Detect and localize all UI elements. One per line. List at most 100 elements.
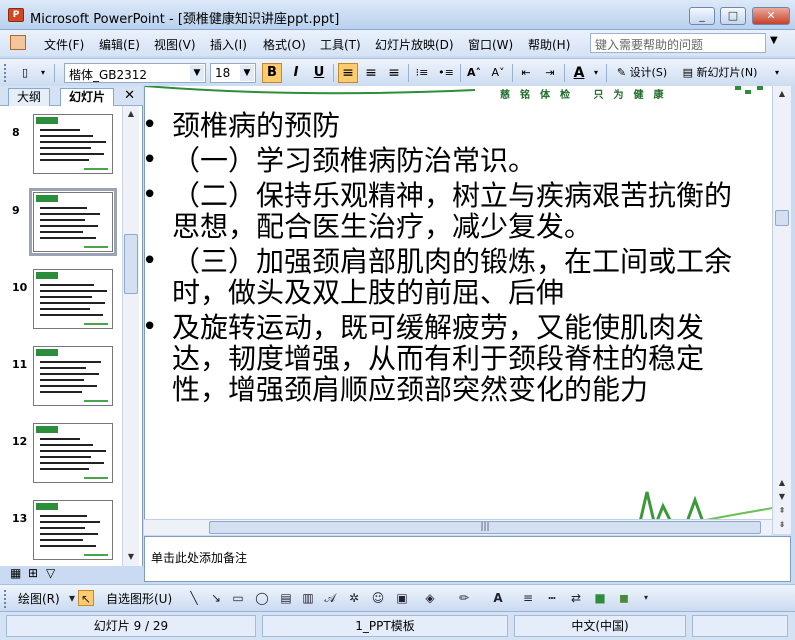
align-center-icon[interactable]: ≡ — [361, 63, 381, 83]
slide-thumbnail-row[interactable]: 12 — [0, 421, 122, 491]
arrow-style-icon[interactable]: ⇄ — [568, 590, 584, 606]
slide-thumbnail-row[interactable]: 10 — [0, 267, 122, 337]
decrease-indent-icon[interactable]: ⇤ — [516, 63, 536, 83]
help-dropdown-icon[interactable]: ▼ — [770, 35, 778, 46]
drawing-toolbar: 绘图(R) ▾ ↖ 自选图形(U) ╲ ↘ ▭ ◯ ▤ ▥ 𝒜 ✲ ☺ ▣ ◈ … — [0, 584, 795, 610]
panel-scroll-thumb[interactable] — [124, 234, 138, 294]
slideshow-view-icon[interactable]: ▽ — [46, 566, 55, 580]
next-slide-icon[interactable]: ⇟ — [775, 518, 789, 532]
menu-file[interactable]: 文件(F) — [44, 36, 84, 53]
slide-canvas[interactable]: 慈铭体检 只为健康 颈椎病的预防 （一）学习颈椎病防治常识。 （二）保持乐观精神… — [144, 86, 772, 534]
select-pointer-icon[interactable]: ↖ — [78, 590, 94, 606]
increase-font-icon[interactable]: A˄ — [464, 63, 484, 83]
close-window-button[interactable]: ✕ — [752, 7, 790, 25]
tab-slides[interactable]: 幻灯片 — [60, 88, 115, 106]
autoshapes-menu-button[interactable]: 自选图形(U) — [106, 590, 172, 607]
toolbar-overflow-icon[interactable]: ▾ — [638, 590, 654, 606]
slide-thumbnail[interactable] — [33, 269, 113, 329]
minimize-button[interactable]: _ — [689, 7, 715, 25]
menu-insert[interactable]: 插入(I) — [210, 36, 247, 53]
align-right-icon[interactable]: ≡ — [384, 63, 404, 83]
slide-vertical-scrollbar[interactable]: ▲ ▲ ▼ ⇞ ⇟ — [772, 86, 791, 534]
bold-button[interactable]: B — [262, 63, 282, 83]
powerpoint-app-icon[interactable]: P — [8, 8, 24, 22]
thumbnail-text-line — [40, 308, 90, 310]
clipart-icon[interactable]: ☺ — [370, 590, 386, 606]
menu-view[interactable]: 视图(V) — [154, 36, 196, 53]
line-style-icon[interactable]: ≡ — [520, 590, 536, 606]
slide-thumbnail-row[interactable]: 11 — [0, 344, 122, 414]
chevron-down-icon[interactable]: ▼ — [240, 65, 254, 81]
3d-style-icon[interactable]: ◼ — [616, 590, 632, 606]
maximize-button[interactable]: □ — [720, 7, 746, 25]
document-menu-icon[interactable] — [10, 35, 26, 50]
line-tool-icon[interactable]: ╲ — [186, 590, 202, 606]
scroll-down-icon[interactable]: ▲ — [775, 476, 789, 490]
slide-horizontal-scrollbar[interactable]: ||| — [144, 519, 772, 535]
menu-help[interactable]: 帮助(H) — [528, 36, 570, 53]
slide-thumbnail[interactable] — [33, 346, 113, 406]
scroll-down-icon[interactable]: ▼ — [775, 490, 789, 504]
slide-scroll-thumb[interactable] — [775, 210, 789, 226]
arrow-tool-icon[interactable]: ↘ — [208, 590, 224, 606]
design-button[interactable]: ✎ 设计(S) — [610, 63, 674, 83]
bulleted-list-icon[interactable]: •≡ — [436, 63, 456, 83]
panel-close-icon[interactable]: ✕ — [124, 88, 135, 103]
dash-style-icon[interactable]: ┅ — [544, 590, 560, 606]
menu-slideshow[interactable]: 幻灯片放映(D) — [375, 36, 454, 53]
slide-content-placeholder[interactable]: 颈椎病的预防 （一）学习颈椎病防治常识。 （二）保持乐观精神，树立与疾病艰苦抗衡… — [145, 110, 755, 409]
underline-button[interactable]: U — [309, 63, 329, 83]
tab-outline[interactable]: 大纲 — [8, 88, 51, 106]
help-search-input[interactable]: 键入需要帮助的问题 — [590, 33, 766, 53]
notes-pane[interactable]: 单击此处添加备注 — [144, 536, 791, 582]
vertical-textbox-icon[interactable]: ▥ — [300, 590, 316, 606]
chevron-down-icon[interactable]: ▾ — [590, 63, 602, 83]
toolbar-grip[interactable] — [4, 64, 8, 82]
numbered-list-icon[interactable]: ⁝≡ — [412, 63, 432, 83]
new-slide-label: 新幻灯片(N) — [696, 66, 758, 79]
slide-thumbnail[interactable] — [33, 114, 113, 174]
oval-tool-icon[interactable]: ◯ — [254, 590, 270, 606]
rectangle-tool-icon[interactable]: ▭ — [230, 590, 246, 606]
new-document-icon[interactable]: ▯ — [14, 63, 36, 83]
menu-tools[interactable]: 工具(T) — [320, 36, 361, 53]
align-left-icon[interactable]: ≡ — [338, 63, 358, 83]
scroll-up-icon[interactable]: ▲ — [775, 87, 789, 101]
font-size-combo[interactable]: 18 ▼ — [210, 63, 256, 83]
horizontal-scroll-thumb[interactable]: ||| — [209, 521, 761, 534]
toolbar-grip[interactable] — [4, 590, 8, 608]
slide-thumbnail[interactable] — [33, 500, 113, 560]
font-name-combo[interactable]: 楷体_GB2312 ▼ — [64, 63, 206, 83]
normal-view-icon[interactable]: ▦ — [10, 566, 21, 580]
picture-icon[interactable]: ▣ — [394, 590, 410, 606]
menu-edit[interactable]: 编辑(E) — [99, 36, 140, 53]
shadow-style-icon[interactable]: ■ — [592, 590, 608, 606]
textbox-tool-icon[interactable]: ▤ — [278, 590, 294, 606]
increase-indent-icon[interactable]: ⇥ — [540, 63, 560, 83]
slide-thumbnail-row[interactable]: 8 — [0, 112, 122, 182]
slide-thumbnail-row[interactable]: 13 — [0, 498, 122, 566]
slide-thumbnail[interactable] — [29, 188, 117, 256]
panel-scrollbar[interactable]: ▲ ▼ — [122, 106, 139, 566]
scroll-down-icon[interactable]: ▼ — [124, 550, 138, 564]
menu-window[interactable]: 窗口(W) — [468, 36, 513, 53]
toolbar-options-icon[interactable]: ▾ — [36, 63, 50, 83]
line-color-icon[interactable]: ✏ — [456, 590, 472, 606]
new-slide-button[interactable]: ▤ 新幻灯片(N) — [676, 63, 764, 83]
toolbar-overflow-icon[interactable]: ▾ — [768, 63, 786, 83]
menu-format[interactable]: 格式(O) — [263, 36, 306, 53]
draw-menu-button[interactable]: 绘图(R) — [18, 590, 60, 607]
chevron-down-icon[interactable]: ▼ — [190, 65, 204, 81]
slide-sorter-view-icon[interactable]: ⊞ — [28, 566, 38, 580]
previous-slide-icon[interactable]: ⇞ — [775, 504, 789, 518]
font-color-icon[interactable]: A — [490, 590, 506, 606]
decrease-font-icon[interactable]: A˅ — [488, 63, 508, 83]
slide-thumbnail[interactable] — [33, 423, 113, 483]
fill-color-icon[interactable]: ◈ — [422, 590, 438, 606]
wordart-icon[interactable]: 𝒜 — [322, 590, 338, 606]
diagram-icon[interactable]: ✲ — [346, 590, 362, 606]
italic-button[interactable]: I — [286, 63, 306, 83]
font-color-button[interactable]: A — [568, 63, 590, 83]
slide-thumbnail-row[interactable]: 9 — [0, 188, 122, 260]
scroll-up-icon[interactable]: ▲ — [124, 107, 138, 121]
